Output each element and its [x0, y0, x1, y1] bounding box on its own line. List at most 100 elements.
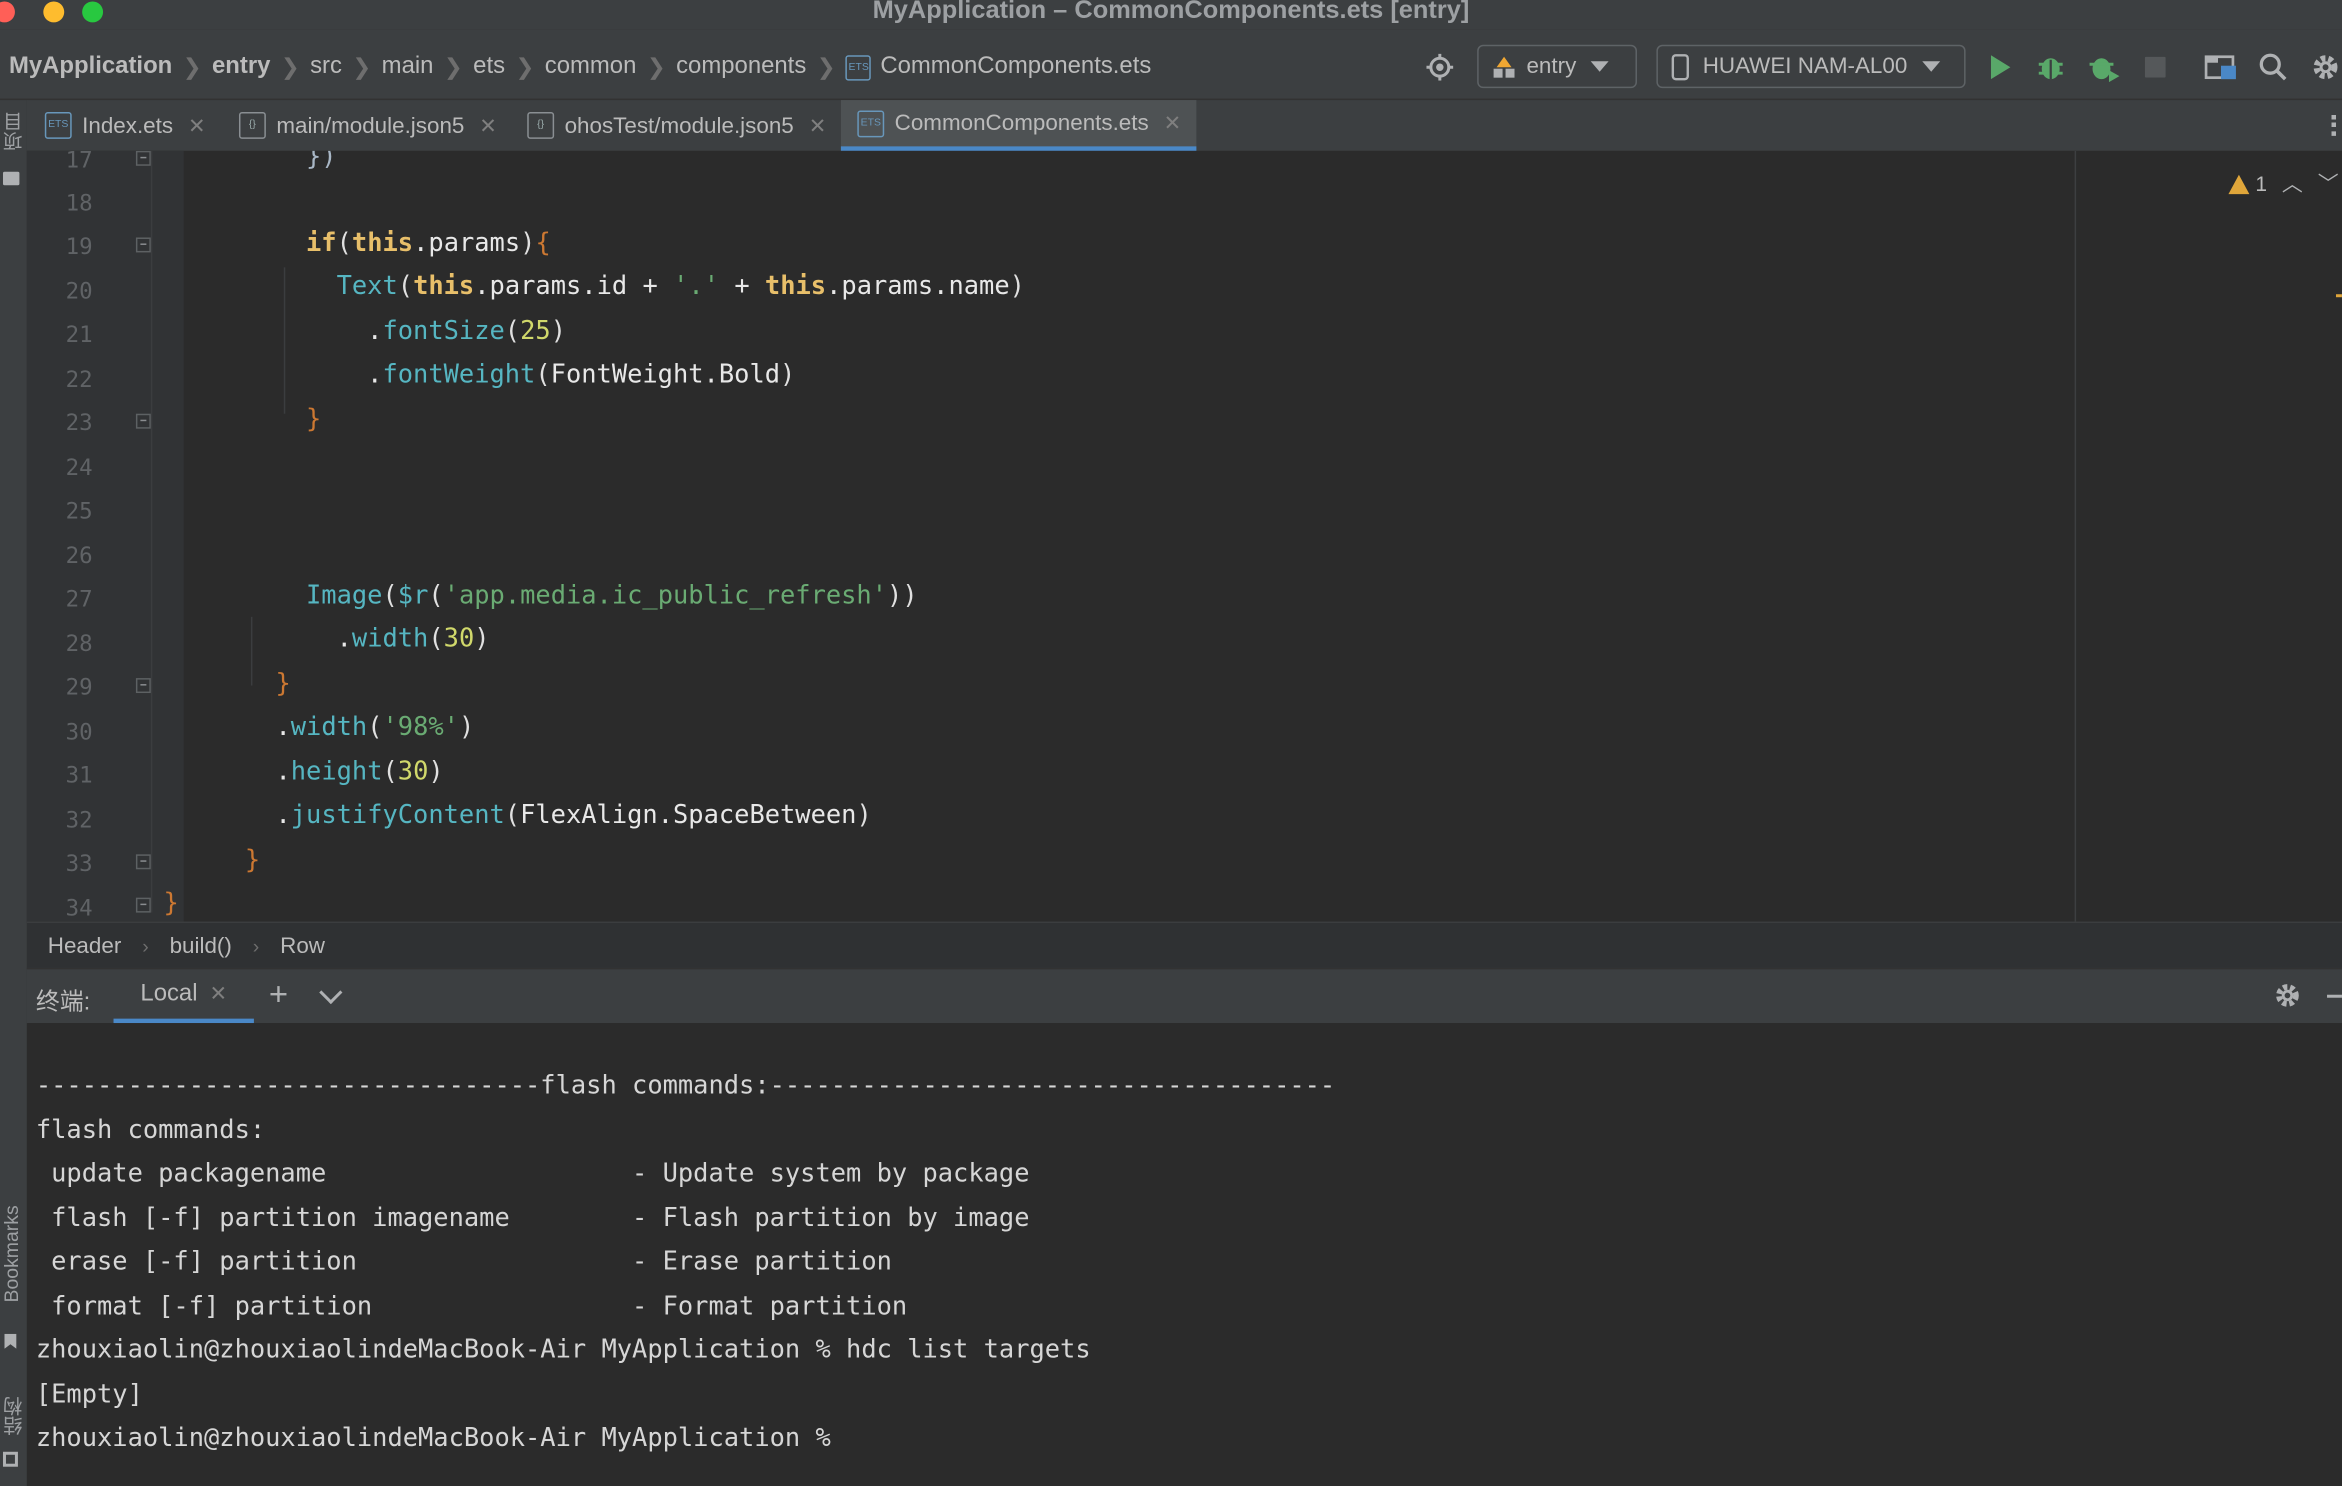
line-number: 29 — [65, 673, 93, 701]
attach-debugger-icon[interactable] — [2088, 51, 2121, 84]
more-tabs-icon[interactable] — [2331, 115, 2342, 136]
new-terminal-icon[interactable]: + — [269, 975, 288, 1014]
code-text: } — [275, 669, 291, 700]
terminal-header: 终端: Local ✕ + — [26, 967, 2342, 1024]
line-number: 30 — [65, 718, 93, 746]
module-icon — [1493, 56, 1515, 77]
fold-marker[interactable] — [135, 854, 151, 870]
run-icon[interactable] — [1984, 51, 2017, 84]
code-text: } — [163, 888, 179, 919]
code-line: } — [184, 405, 321, 435]
device-selector-value: HUAWEI NAM-AL00 — [1702, 53, 1908, 80]
terminal-line: format [-f] partition - Format partition — [35, 1291, 908, 1322]
tab-label: ohosTest/module.json5 — [564, 112, 794, 139]
code-editor[interactable]: 17 18 19 20 21 22 23 24 25 26 27 28 29 3… — [26, 150, 2342, 922]
fold-marker[interactable] — [135, 150, 151, 166]
bookmarks-tool-window-label[interactable]: Bookmarks — [0, 1205, 27, 1302]
module-selector-value: entry — [1526, 53, 1577, 80]
chevron-down-icon[interactable] — [319, 980, 343, 1005]
ets-file-icon: ETS — [857, 109, 885, 137]
left-tool-strip: 项目 Bookmarks 结构 — [0, 100, 29, 1486]
structure-crumb[interactable]: Row — [280, 934, 325, 959]
breadcrumb-item[interactable]: src — [310, 54, 342, 81]
line-number: 25 — [65, 497, 93, 525]
code-line: }) — [183, 150, 337, 172]
code-line: .height(30) — [184, 757, 443, 787]
breadcrumb-item[interactable]: MyApplication — [9, 54, 172, 81]
close-icon[interactable]: ✕ — [809, 113, 827, 138]
ets-file-icon: ETS — [845, 54, 872, 80]
stop-icon[interactable] — [2139, 51, 2172, 84]
json-file-icon: {} — [238, 112, 266, 139]
code-line: .justifyContent(FlexAlign.SpaceBetween) — [184, 801, 872, 831]
code-line: .width(30) — [184, 624, 490, 654]
structure-crumb[interactable]: Header — [48, 934, 121, 959]
breadcrumb-item[interactable]: main — [382, 54, 434, 81]
close-icon[interactable]: ✕ — [1164, 111, 1182, 136]
code-line: if(this.params){ — [184, 229, 551, 259]
terminal-line: zhouxiaolin@zhouxiaolindeMacBook-Air MyA… — [35, 1335, 1091, 1366]
line-number: 18 — [65, 189, 93, 217]
settings-icon[interactable] — [2273, 981, 2301, 1017]
terminal-line: flash commands: — [35, 1115, 266, 1146]
device-selector[interactable]: HUAWEI NAM-AL00 — [1656, 44, 1966, 89]
chevron-down-icon — [1922, 61, 1941, 72]
tab-label: main/module.json5 — [276, 112, 465, 139]
breadcrumb-item[interactable]: components — [676, 54, 806, 81]
chevron-up-icon[interactable]: ︿ — [2282, 169, 2303, 199]
editor-tab[interactable]: {} main/module.json5 ✕ — [238, 100, 515, 151]
terminal-output[interactable]: ---------------------------------flash c… — [26, 1023, 2342, 1486]
terminal-line: [Empty] — [35, 1380, 143, 1410]
error-stripe-mark[interactable] — [2335, 294, 2342, 298]
fold-marker[interactable] — [135, 413, 151, 429]
debug-icon[interactable] — [2034, 51, 2067, 84]
tab-label: CommonComponents.ets — [894, 110, 1149, 136]
chevron-right-icon: › — [252, 934, 260, 958]
folder-icon — [2, 171, 20, 186]
line-number: 27 — [65, 585, 93, 613]
breadcrumb-item[interactable]: CommonComponents.ets — [880, 54, 1151, 81]
line-number: 26 — [65, 542, 93, 570]
terminal-line: flash [-f] partition imagename - Flash p… — [35, 1203, 1030, 1234]
fold-marker[interactable] — [135, 237, 151, 253]
project-tool-window-label[interactable]: 项目 — [0, 112, 27, 151]
search-icon[interactable] — [2257, 51, 2290, 84]
target-icon[interactable] — [1423, 51, 1456, 84]
ets-file-icon: ETS — [44, 112, 72, 139]
chevron-down-icon[interactable]: ﹀ — [2318, 169, 2339, 199]
json-file-icon: {} — [527, 112, 555, 139]
editor-tab[interactable]: ETS Index.ets ✕ — [44, 100, 226, 151]
code-line: } — [184, 669, 291, 700]
line-number: 34 — [65, 894, 93, 922]
line-number: 24 — [65, 454, 93, 481]
structure-crumb[interactable]: build() — [170, 934, 232, 959]
terminal-prompt[interactable]: zhouxiaolin@zhouxiaolindeMacBook-Air MyA… — [36, 1423, 846, 1453]
settings-icon[interactable] — [2309, 51, 2342, 84]
project-structure-icon[interactable] — [2204, 51, 2238, 84]
editor-tab-active[interactable]: ETS CommonComponents.ets ✕ — [840, 100, 1197, 151]
code-text: .justifyContent(FlexAlign.SpaceBetween) — [275, 800, 872, 831]
warning-icon — [2228, 174, 2250, 194]
line-number: 21 — [65, 321, 93, 349]
close-icon[interactable]: ✕ — [479, 113, 497, 138]
code-line: } — [133, 889, 179, 919]
structure-tool-window-label[interactable]: 结构 — [0, 1397, 27, 1436]
close-icon[interactable]: ✕ — [188, 113, 206, 138]
terminal-line: update packagename - Update system by pa… — [35, 1159, 1030, 1189]
module-selector[interactable]: entry — [1477, 44, 1637, 89]
code-line: Text(this.params.id + '.' + this.params.… — [184, 272, 1025, 302]
warning-count: 1 — [2255, 171, 2267, 196]
code-text: } — [244, 845, 261, 876]
breadcrumb-item[interactable]: entry — [212, 54, 270, 81]
breadcrumb-item[interactable]: common — [545, 54, 637, 81]
breadcrumb-item[interactable]: ets — [473, 54, 505, 81]
line-number: 31 — [65, 761, 93, 789]
editor-tab[interactable]: {} ohosTest/module.json5 ✕ — [527, 100, 841, 151]
close-icon[interactable]: ✕ — [209, 981, 227, 1006]
fold-marker[interactable] — [135, 678, 151, 694]
terminal-tab-local[interactable]: Local ✕ — [113, 969, 254, 1024]
line-number: 20 — [65, 277, 93, 305]
inspection-widget[interactable]: 1 ︿ ﹀ — [2228, 169, 2339, 199]
hide-panel-icon[interactable] — [2327, 994, 2342, 998]
code-line: Image($r('app.media.ic_public_refresh')) — [184, 581, 918, 611]
